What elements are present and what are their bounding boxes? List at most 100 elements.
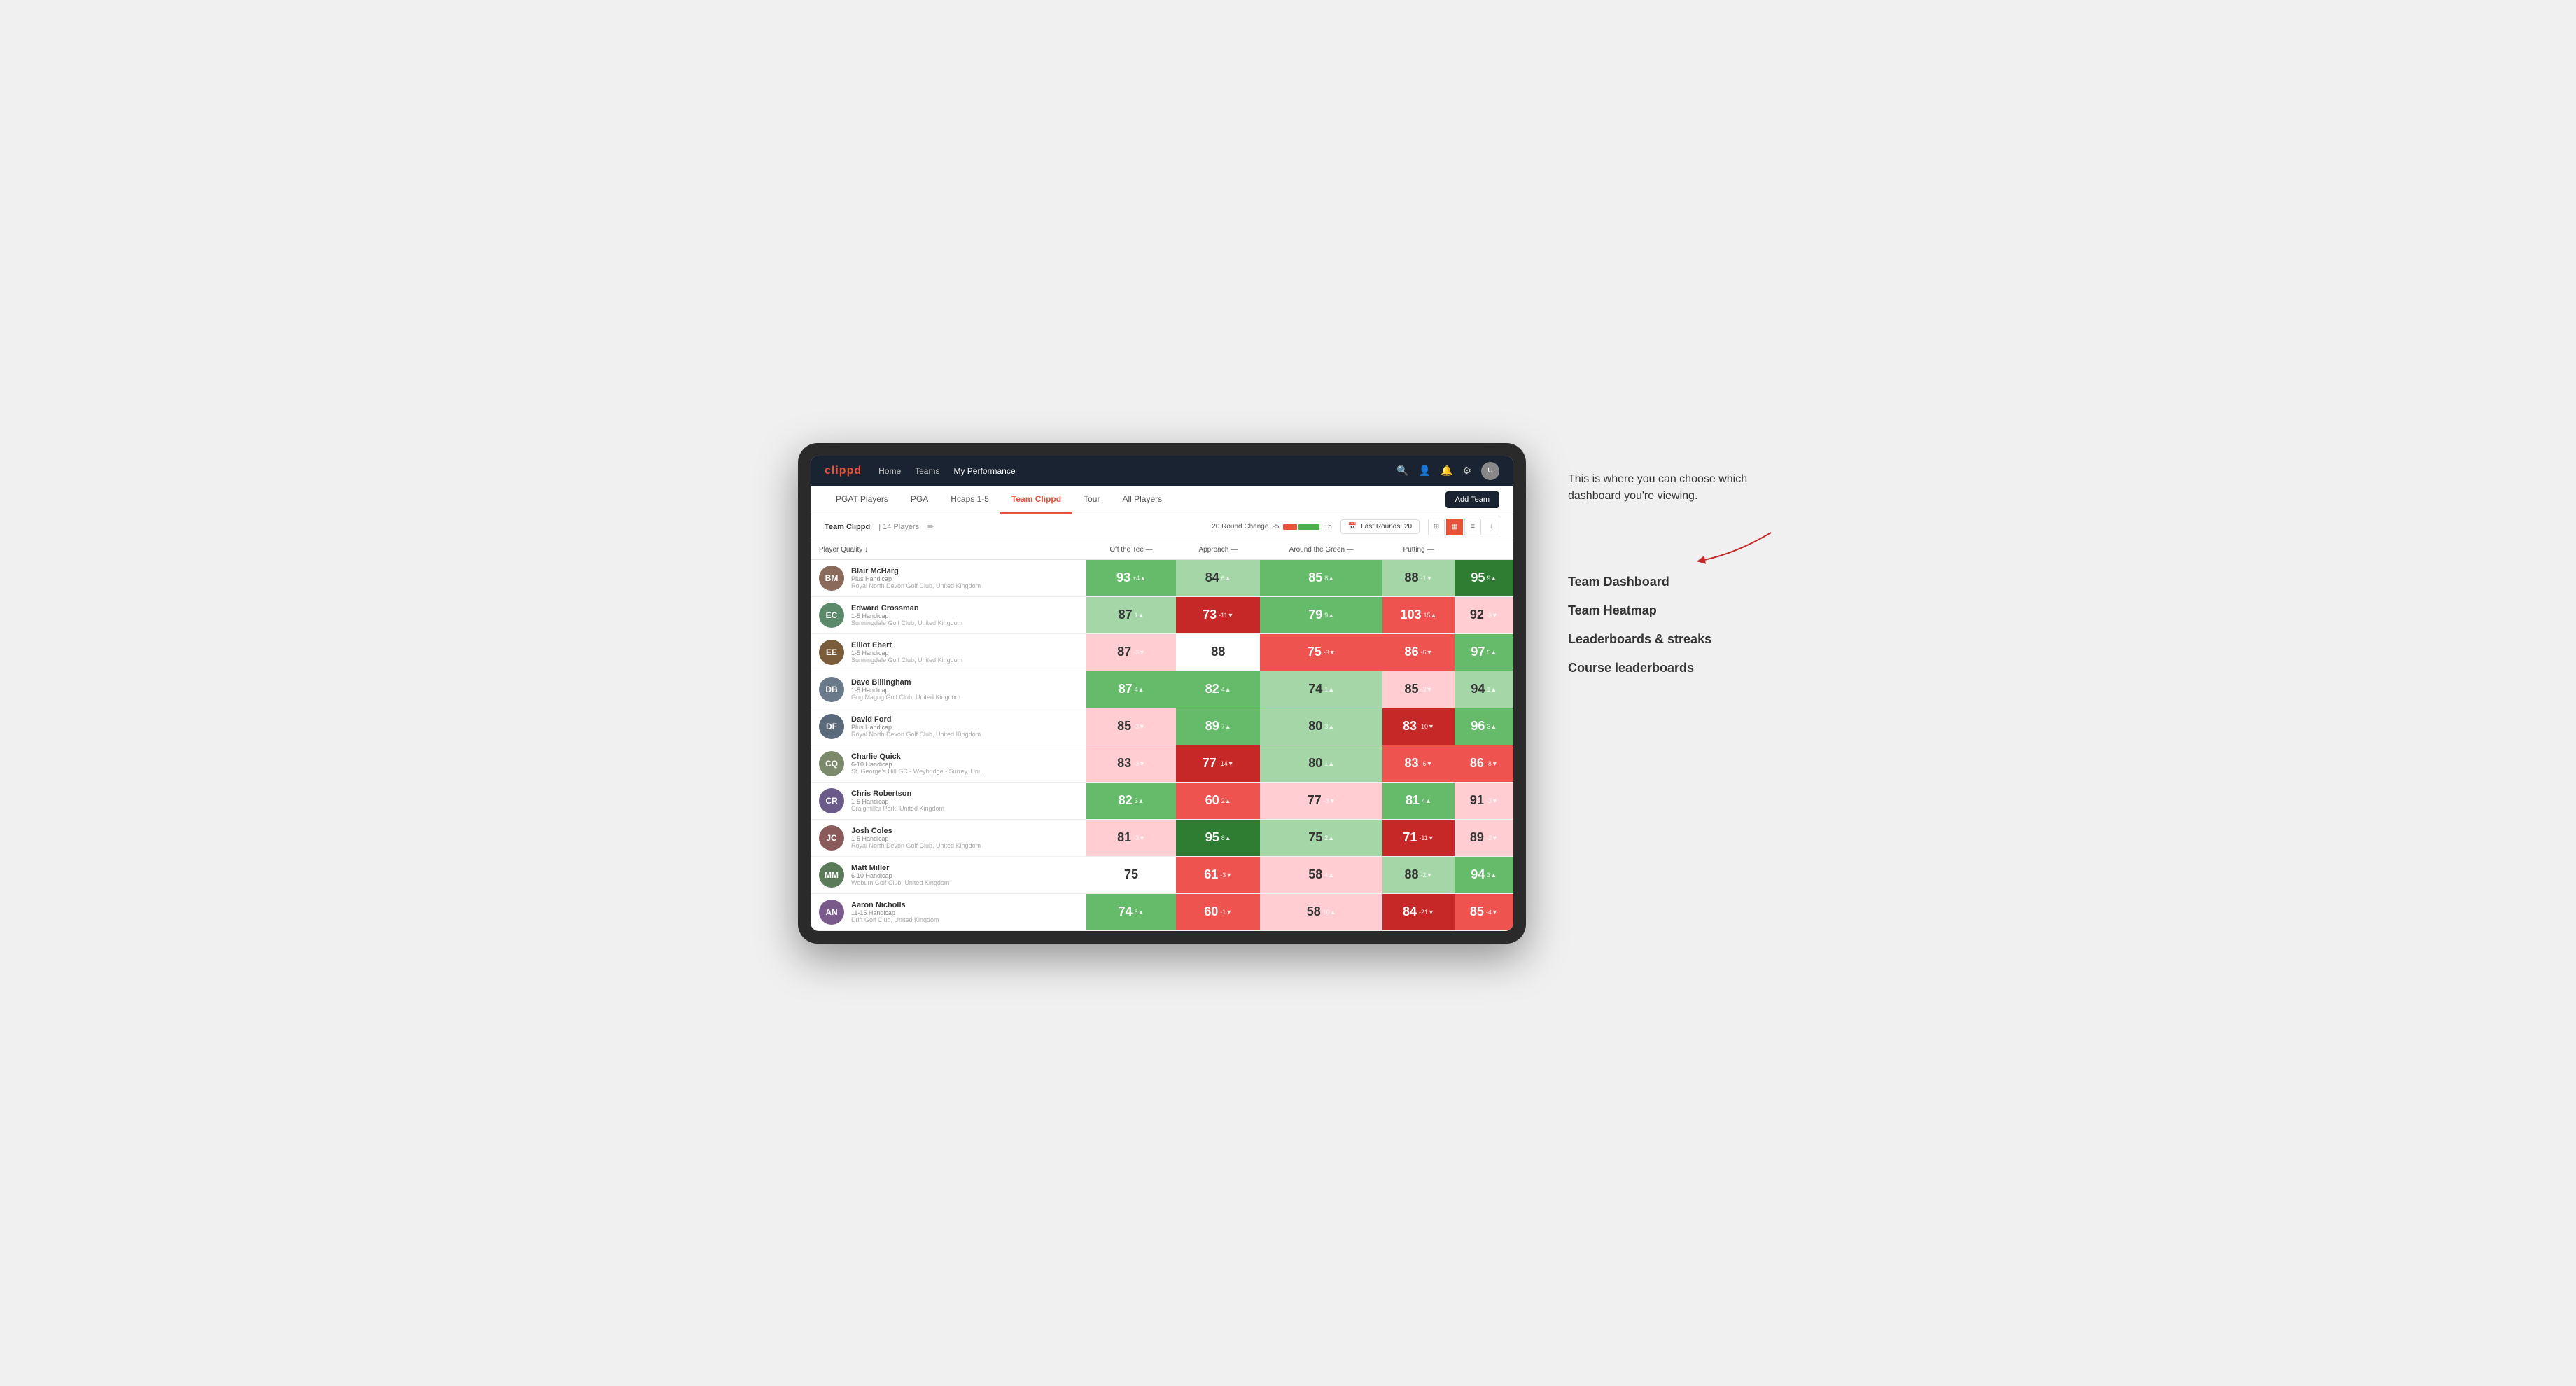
metric-inner: 94 3▲ bbox=[1455, 857, 1513, 893]
metric-value: 81 bbox=[1117, 830, 1131, 845]
table-row[interactable]: BM Blair McHarg Plus Handicap Royal Nort… bbox=[811, 559, 1513, 596]
edit-icon[interactable]: ✏ bbox=[927, 522, 934, 531]
player-name: Edward Crossman bbox=[851, 604, 962, 612]
metric-change: -3▼ bbox=[1220, 872, 1232, 878]
view-toggle-grid[interactable]: ⊞ bbox=[1428, 519, 1445, 536]
metric-change: +4▲ bbox=[1133, 575, 1146, 582]
table-row[interactable]: DB Dave Billingham 1-5 Handicap Gog Mago… bbox=[811, 671, 1513, 708]
metric-change: -11▼ bbox=[1219, 612, 1233, 619]
metric-off_tee-8: 61 -3▼ bbox=[1176, 856, 1260, 893]
player-avatar: MM bbox=[819, 862, 844, 888]
player-info: Blair McHarg Plus Handicap Royal North D… bbox=[851, 567, 981, 589]
metric-off_tee-7: 95 8▲ bbox=[1176, 819, 1260, 856]
metric-putting-2: 97 5▲ bbox=[1455, 634, 1513, 671]
metric-putting-7: 89 -2▼ bbox=[1455, 819, 1513, 856]
add-team-button[interactable]: Add Team bbox=[1446, 491, 1499, 508]
header-putting: Putting — bbox=[1382, 540, 1454, 560]
player-handicap: Plus Handicap bbox=[851, 575, 981, 582]
search-icon[interactable]: 🔍 bbox=[1396, 465, 1408, 477]
metric-value: 88 bbox=[1405, 867, 1419, 882]
metric-change: 3▲ bbox=[1135, 797, 1144, 804]
table-row[interactable]: CQ Charlie Quick 6-10 Handicap St. Georg… bbox=[811, 745, 1513, 782]
settings-icon[interactable]: ⚙ bbox=[1462, 465, 1471, 477]
metric-value: 71 bbox=[1403, 830, 1417, 845]
metric-inner: 82 3▲ bbox=[1086, 783, 1177, 819]
metric-value: 86 bbox=[1470, 756, 1484, 771]
header-player: Player Quality ↓ bbox=[811, 540, 1086, 560]
metric-value: 79 bbox=[1308, 608, 1322, 622]
player-cell-3: DB Dave Billingham 1-5 Handicap Gog Mago… bbox=[811, 671, 1086, 708]
table-row[interactable]: EC Edward Crossman 1-5 Handicap Sunningd… bbox=[811, 596, 1513, 634]
metric-inner: 85 -3▼ bbox=[1086, 708, 1177, 745]
metric-off_tee-6: 60 2▲ bbox=[1176, 782, 1260, 819]
bell-icon[interactable]: 🔔 bbox=[1441, 465, 1452, 477]
metric-change: 1▲ bbox=[1324, 760, 1334, 767]
table-row[interactable]: DF David Ford Plus Handicap Royal North … bbox=[811, 708, 1513, 745]
metric-around_green-5: 83 -6▼ bbox=[1382, 745, 1454, 782]
avatar[interactable]: U bbox=[1481, 462, 1499, 480]
table-row[interactable]: JC Josh Coles 1-5 Handicap Royal North D… bbox=[811, 819, 1513, 856]
metric-value: 89 bbox=[1205, 719, 1219, 734]
metric-putting-4: 96 3▲ bbox=[1455, 708, 1513, 745]
metric-change: -3▼ bbox=[1133, 649, 1145, 656]
player-name: Elliot Ebert bbox=[851, 641, 962, 650]
metric-change: 8▲ bbox=[1324, 575, 1334, 582]
metric-around_green-6: 81 4▲ bbox=[1382, 782, 1454, 819]
nav-link-myperformance[interactable]: My Performance bbox=[953, 465, 1015, 477]
tab-tour[interactable]: Tour bbox=[1072, 486, 1111, 514]
metric-inner: 93 +4▲ bbox=[1086, 560, 1177, 596]
metric-change: 8▲ bbox=[1222, 834, 1231, 841]
last-rounds-button[interactable]: 📅 Last Rounds: 20 bbox=[1340, 519, 1420, 534]
table-row[interactable]: EE Elliot Ebert 1-5 Handicap Sunningdale… bbox=[811, 634, 1513, 671]
tab-team-clippd[interactable]: Team Clippd bbox=[1000, 486, 1072, 514]
player-info: Edward Crossman 1-5 Handicap Sunningdale… bbox=[851, 604, 962, 626]
view-toggle-list[interactable]: ≡ bbox=[1464, 519, 1481, 536]
metric-change: -6▼ bbox=[1421, 649, 1433, 656]
round-change: 20 Round Change -5 +5 bbox=[1212, 523, 1332, 531]
nav-link-home[interactable]: Home bbox=[878, 465, 901, 477]
view-toggle-download[interactable]: ↓ bbox=[1483, 519, 1499, 536]
metric-inner: 85 -4▼ bbox=[1455, 894, 1513, 930]
player-cell-6: CR Chris Robertson 1-5 Handicap Craigmil… bbox=[811, 782, 1086, 819]
annotation-leaderboards: Leaderboards & streaks bbox=[1568, 632, 1778, 647]
metric-change: -3▼ bbox=[1133, 723, 1145, 730]
metric-inner: 61 -3▼ bbox=[1176, 857, 1260, 893]
metric-change: 9▲ bbox=[1487, 575, 1497, 582]
metric-putting-9: 85 -4▼ bbox=[1455, 893, 1513, 930]
tab-all-players[interactable]: All Players bbox=[1111, 486, 1173, 514]
table-row[interactable]: MM Matt Miller 6-10 Handicap Woburn Golf… bbox=[811, 856, 1513, 893]
tab-hcaps[interactable]: Hcaps 1-5 bbox=[939, 486, 1000, 514]
metric-inner: 74 8▲ bbox=[1086, 894, 1177, 930]
metric-value: 58 bbox=[1308, 867, 1322, 882]
table-row[interactable]: AN Aaron Nicholls 11-15 Handicap Drift G… bbox=[811, 893, 1513, 930]
metric-value: 94 bbox=[1471, 682, 1485, 696]
metric-value: 82 bbox=[1205, 682, 1219, 696]
metric-putting-5: 86 -8▼ bbox=[1455, 745, 1513, 782]
nav-link-teams[interactable]: Teams bbox=[915, 465, 939, 477]
metric-value: 86 bbox=[1405, 645, 1419, 659]
profile-icon[interactable]: 👤 bbox=[1419, 465, 1431, 477]
metric-value: 83 bbox=[1403, 719, 1417, 734]
table-row[interactable]: CR Chris Robertson 1-5 Handicap Craigmil… bbox=[811, 782, 1513, 819]
player-cell-7: JC Josh Coles 1-5 Handicap Royal North D… bbox=[811, 819, 1086, 856]
metric-change: -3▼ bbox=[1486, 612, 1498, 619]
player-club: Craigmillar Park, United Kingdom bbox=[851, 805, 944, 812]
player-name: Dave Billingham bbox=[851, 678, 960, 687]
view-toggle-table[interactable]: ▦ bbox=[1446, 519, 1463, 536]
metric-inner: 103 15▲ bbox=[1382, 597, 1454, 634]
player-info: David Ford Plus Handicap Royal North Dev… bbox=[851, 715, 981, 738]
metric-change: 15▲ bbox=[1424, 612, 1437, 619]
metric-approach-5: 80 1▲ bbox=[1260, 745, 1382, 782]
metric-quality-2: 87 -3▼ bbox=[1086, 634, 1177, 671]
player-avatar: BM bbox=[819, 566, 844, 591]
tab-pgat[interactable]: PGAT Players bbox=[825, 486, 899, 514]
metric-around_green-9: 84 -21▼ bbox=[1382, 893, 1454, 930]
metric-change: 1▲ bbox=[1324, 686, 1334, 693]
metric-inner: 88 -2▼ bbox=[1382, 857, 1454, 893]
metric-inner: 75 -3▼ bbox=[1260, 634, 1382, 671]
player-name: Aaron Nicholls bbox=[851, 901, 939, 909]
player-info: Aaron Nicholls 11-15 Handicap Drift Golf… bbox=[851, 901, 939, 923]
tab-pga[interactable]: PGA bbox=[899, 486, 939, 514]
metric-inner: 81 4▲ bbox=[1382, 783, 1454, 819]
tabs: PGAT Players PGA Hcaps 1-5 Team Clippd T… bbox=[825, 486, 1173, 514]
